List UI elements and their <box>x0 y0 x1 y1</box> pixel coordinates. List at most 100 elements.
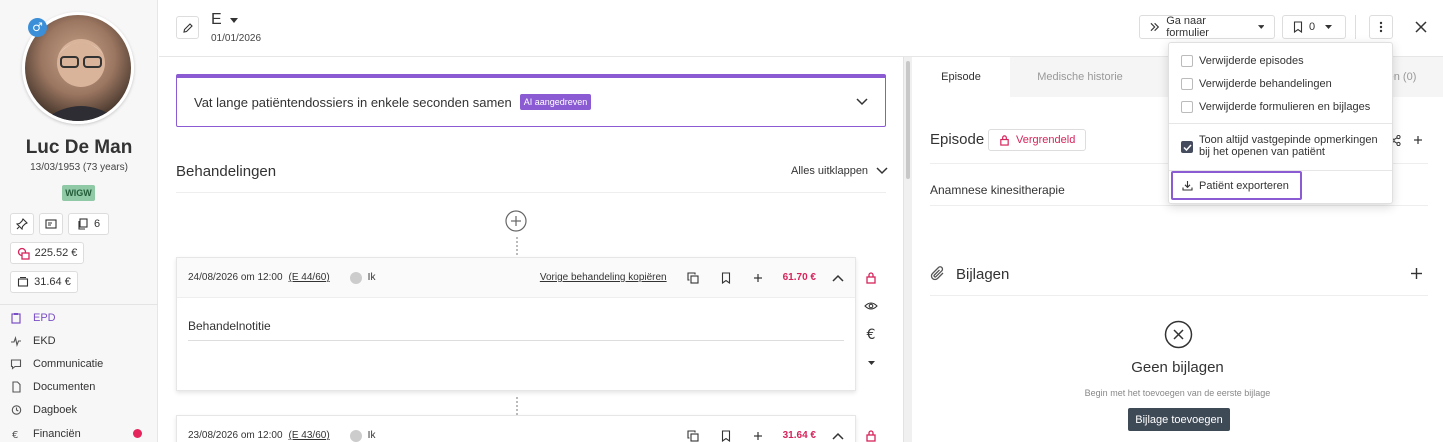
plus-icon[interactable] <box>753 273 763 283</box>
chevron-down-icon <box>856 98 868 106</box>
check-icon <box>1182 143 1192 151</box>
section-divider <box>176 192 886 193</box>
close-button[interactable] <box>1413 19 1429 35</box>
locked-status-button[interactable]: Vergrendeld <box>988 129 1087 151</box>
section-title: Behandelingen <box>176 163 277 180</box>
attachments-title: Bijlagen <box>956 266 1010 283</box>
goto-form-button[interactable]: Ga naar formulier <box>1139 15 1275 39</box>
caret-down-icon <box>229 17 238 23</box>
balance-button-1[interactable]: 225.52 € <box>10 242 84 264</box>
plus-icon <box>1414 136 1422 144</box>
chat-icon <box>10 359 22 370</box>
bookmark-icon[interactable] <box>721 271 731 284</box>
files-icon <box>78 218 88 230</box>
add-episode-item-button[interactable] <box>1413 135 1423 145</box>
export-patient-button[interactable]: Patiënt exporteren <box>1171 171 1302 200</box>
therapist-name: Ik <box>367 430 376 441</box>
clipboard-icon <box>11 313 21 324</box>
expand-all-button[interactable]: Alles uitklappen <box>791 165 888 177</box>
pin-button[interactable] <box>10 213 34 235</box>
filter-deleted-treatments[interactable]: Verwijderde behandelingen <box>1181 78 1332 90</box>
empty-state-title: Geen bijlagen <box>1131 359 1224 376</box>
treatment-card: 23/08/2026 om 12:00 (E 43/60) Ik 31.64 € <box>176 415 856 442</box>
svg-text:€: € <box>12 430 18 440</box>
episode-title[interactable]: E <box>211 11 238 29</box>
copy-previous-treatment-link[interactable]: Vorige behandeling kopiëren <box>540 272 667 283</box>
checkbox[interactable] <box>1181 78 1193 90</box>
euro-icon[interactable]: € <box>859 323 883 347</box>
therapist-avatar <box>349 429 362 442</box>
treatment-datetime: 24/08/2026 om 12:00 <box>188 272 283 283</box>
eye-icon[interactable] <box>859 294 883 318</box>
bookmark-icon[interactable] <box>721 429 731 442</box>
chevron-up-icon[interactable] <box>832 432 844 440</box>
checkbox[interactable] <box>1181 55 1193 67</box>
dropdown-divider <box>1169 123 1392 124</box>
scrollbar-thumb[interactable] <box>906 61 910 179</box>
anamnese-divider <box>930 205 1428 206</box>
sidebar-item-label: Documenten <box>33 381 96 393</box>
copy-icon[interactable] <box>687 271 699 284</box>
add-treatment-button[interactable] <box>505 210 527 232</box>
plus-icon[interactable] <box>753 431 763 441</box>
sidebar-item-epd[interactable]: EPD <box>10 308 56 328</box>
sidebar-item-documenten[interactable]: Documenten <box>10 377 95 397</box>
add-attachment-button[interactable]: Bijlage toevoegen <box>1128 408 1230 431</box>
status-badge: WIGW <box>62 185 95 201</box>
dropdown-item-label: Verwijderde formulieren en bijlages <box>1199 101 1371 113</box>
goto-form-label: Ga naar formulier <box>1166 15 1209 39</box>
more-options-button[interactable] <box>1369 15 1393 39</box>
main-column: Vat lange patiëntendossiers in enkele se… <box>159 57 903 442</box>
filter-deleted-episodes[interactable]: Verwijderde episodes <box>1181 55 1304 67</box>
sidebar-item-financien[interactable]: € Financiën <box>10 424 81 442</box>
filter-deleted-forms[interactable]: Verwijderde formulieren en bijlages <box>1181 101 1370 113</box>
empty-state-icon <box>1164 320 1193 349</box>
checkbox[interactable] <box>1181 101 1193 113</box>
patient-name: Luc De Man <box>25 137 133 158</box>
activity-icon <box>11 336 21 347</box>
ai-summary-banner[interactable]: Vat lange patiëntendossiers in enkele se… <box>176 74 886 127</box>
locked-label: Vergrendeld <box>1016 134 1076 146</box>
male-icon: ♂ <box>28 18 47 37</box>
tab-episode[interactable]: Episode <box>912 57 1010 97</box>
caret-down-icon <box>1257 25 1264 29</box>
episode-title-text: E <box>211 11 222 28</box>
sidebar-item-dagboek[interactable]: Dagboek <box>10 400 77 420</box>
patient-dob: 13/03/1953 (73 years) <box>30 162 128 173</box>
sidebar-item-label: Communicatie <box>33 358 104 370</box>
tab-label: Medische historie <box>1037 71 1123 83</box>
timeline-connector <box>516 237 518 255</box>
add-attachment-plus-button[interactable] <box>1410 267 1423 280</box>
bookmark-icon <box>1293 21 1303 33</box>
edit-button[interactable] <box>176 16 199 39</box>
tab-medische-historie[interactable]: Medische historie <box>1010 57 1150 97</box>
sidebar-item-label: Dagboek <box>33 404 78 416</box>
lock-icon[interactable] <box>859 265 883 289</box>
treatment-ref-link[interactable]: (E 43/60) <box>289 430 330 441</box>
panel-resizer[interactable] <box>903 57 912 442</box>
dropdown-item-label: Verwijderde behandelingen <box>1199 78 1332 90</box>
chevron-up-icon[interactable] <box>832 274 844 282</box>
wallet-icon <box>18 277 29 287</box>
treatment-header: 24/08/2026 om 12:00 (E 44/60) Ik Vorige … <box>177 258 855 298</box>
document-icon <box>12 381 21 393</box>
sidebar-item-communicatie[interactable]: Communicatie <box>10 354 103 374</box>
expand-all-label: Alles uitklappen <box>791 165 869 177</box>
checkbox-checked[interactable] <box>1181 141 1193 153</box>
export-patient-label: Patiënt exporteren <box>1199 179 1289 192</box>
balance-button-2[interactable]: 31.64 € <box>10 271 78 293</box>
bookmarks-button[interactable]: 0 <box>1282 15 1346 39</box>
anamnese-item[interactable]: Anamnese kinesitherapie <box>930 183 1065 197</box>
id-card-button[interactable] <box>39 213 63 235</box>
dropdown-item-label: Verwijderde episodes <box>1199 55 1304 67</box>
pinned-notes-toggle[interactable]: Toon altijd vastgepinde opmerkingen bij … <box>1181 134 1378 158</box>
copy-icon[interactable] <box>687 429 699 442</box>
treatment-ref-link[interactable]: (E 44/60) <box>289 272 330 283</box>
lock-icon[interactable] <box>859 423 883 442</box>
therapist-avatar <box>349 271 362 284</box>
sidebar-item-ekd[interactable]: EKD <box>10 331 56 351</box>
sidebar-item-label: EPD <box>33 312 56 324</box>
caret-down-icon[interactable] <box>859 351 883 375</box>
documents-count-button[interactable]: 6 <box>68 213 109 235</box>
treatment-note-field[interactable] <box>188 340 844 341</box>
